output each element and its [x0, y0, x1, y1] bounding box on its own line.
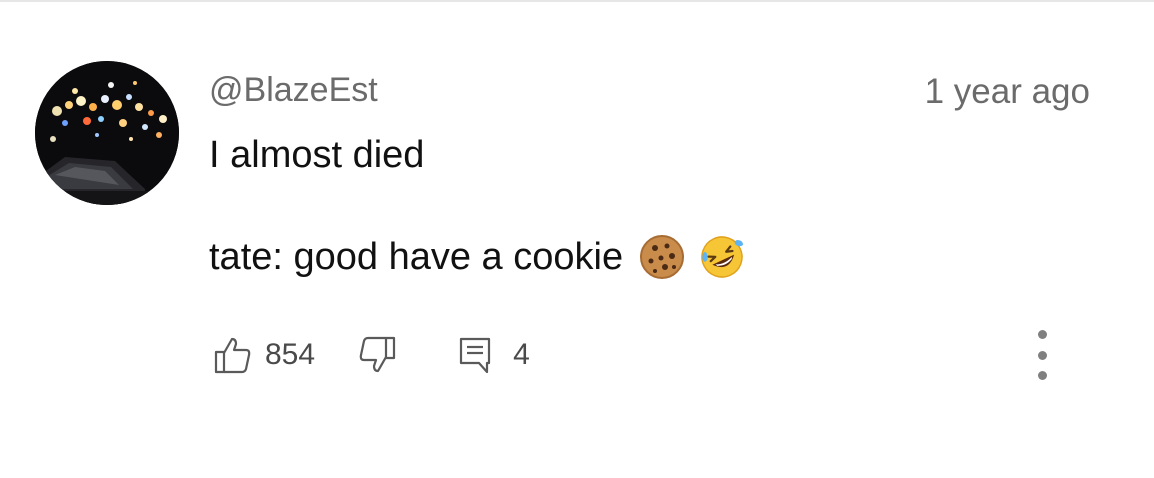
comment-text-line-2: tate: good have a cookie: [209, 233, 745, 281]
reply-button[interactable]: [457, 335, 493, 375]
cookie-emoji: [639, 234, 685, 280]
comment-text-line-1: I almost died: [209, 131, 424, 179]
rolling-on-floor-laughing-emoji: [699, 234, 745, 280]
comment-timestamp: 1 year ago: [924, 72, 1090, 111]
comment-text: I almost died: [209, 134, 425, 176]
thumbs-down-icon: [359, 336, 396, 373]
comment-actions: 854 4: [213, 333, 530, 377]
more-vertical-icon: [1037, 330, 1047, 339]
like-count: 854: [265, 338, 316, 371]
more-options-button[interactable]: [1027, 330, 1057, 380]
thumbs-up-icon: [214, 337, 251, 374]
avatar[interactable]: [35, 61, 179, 205]
like-button[interactable]: [213, 335, 253, 375]
dislike-button[interactable]: [357, 335, 397, 375]
top-divider: [0, 0, 1154, 2]
comment-text: tate: good have a cookie: [209, 236, 624, 278]
comment-author[interactable]: @BlazeEst: [209, 68, 378, 112]
more-vertical-icon-dot: [1037, 350, 1047, 360]
reply-count: 4: [513, 338, 530, 371]
comment-icon: [459, 337, 491, 374]
more-vertical-icon-dot: [1037, 371, 1047, 380]
